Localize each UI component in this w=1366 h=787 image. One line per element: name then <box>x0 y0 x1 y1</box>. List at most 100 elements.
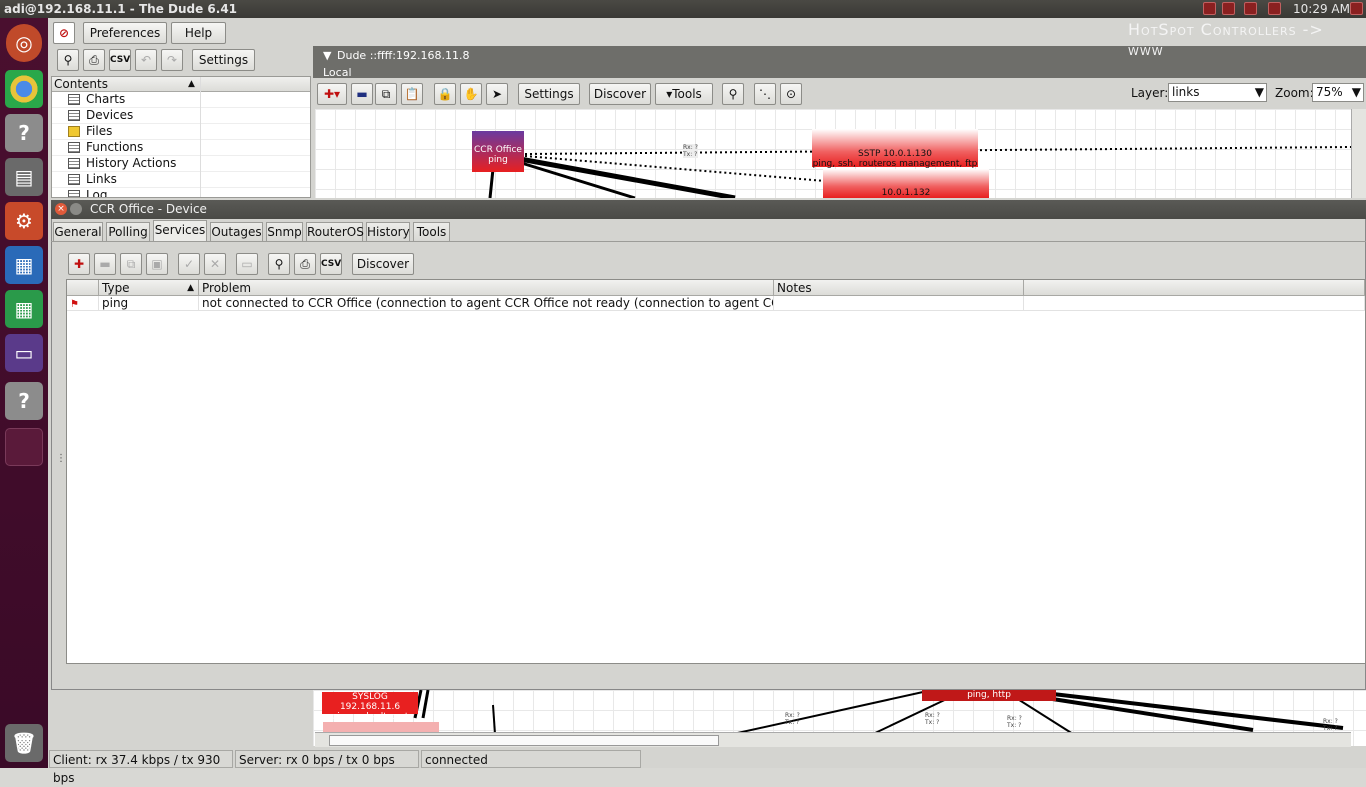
power-icon[interactable] <box>1350 2 1363 15</box>
contents-item-charts[interactable]: Charts <box>52 92 310 108</box>
lock-icon[interactable]: 🔒 <box>434 83 456 105</box>
tab-general[interactable]: General <box>53 222 103 241</box>
auto-arrange-icon[interactable]: ⋱ <box>754 83 776 105</box>
services-discover-button[interactable]: Discover <box>352 253 414 275</box>
copy-icon[interactable]: ⧉ <box>120 253 142 275</box>
tray-icon[interactable] <box>1203 2 1216 15</box>
paste-icon[interactable]: 📋 <box>401 83 423 105</box>
collapse-arrow-icon[interactable]: ▼ <box>323 49 331 62</box>
map-settings-button[interactable]: Settings <box>518 83 580 105</box>
trash-icon[interactable]: 🗑 <box>5 724 43 762</box>
zoom-select[interactable]: 75% ▼ <box>1312 83 1364 102</box>
node-name: CCR Office <box>474 145 522 155</box>
column-header-flag[interactable] <box>67 280 99 296</box>
tab-outages[interactable]: Outages <box>210 222 263 241</box>
enable-check-icon[interactable]: ✓ <box>178 253 200 275</box>
redo-icon[interactable]: ↷ <box>161 49 183 71</box>
table-row-flag-cell[interactable]: ⚑ <box>67 296 99 311</box>
add-service-icon[interactable]: ✚ <box>68 253 90 275</box>
print-icon[interactable]: ⎙ <box>83 49 105 71</box>
list-icon <box>68 142 80 153</box>
comment-icon[interactable]: ▭ <box>236 253 258 275</box>
workspace-switcher-icon[interactable] <box>5 428 43 466</box>
map-horizontal-scrollbar[interactable] <box>315 732 1351 747</box>
close-icon[interactable]: × <box>55 203 67 215</box>
hand-icon[interactable]: ✋ <box>460 83 482 105</box>
copy-icon[interactable]: ⧉ <box>375 83 397 105</box>
remove-icon[interactable]: ▬ <box>351 83 373 105</box>
network-map-canvas[interactable]: CCR Office ping Rx: ? Tx: ? SSTP 10.0.1.1… <box>315 109 1351 198</box>
map-discover-button[interactable]: Discover <box>589 83 651 105</box>
services-table: Type ▲ Problem Notes ⚑ ping not connected… <box>66 279 1366 664</box>
node-services: ping, ssh, routeros management, ftp <box>812 159 978 169</box>
tray-icon[interactable] <box>1268 2 1281 15</box>
table-row-type[interactable]: ping <box>99 296 199 311</box>
writer-icon[interactable]: ▦ <box>5 246 43 284</box>
layer-value: links <box>1172 85 1200 99</box>
disable-x-icon[interactable]: ✕ <box>204 253 226 275</box>
contents-item-history-actions[interactable]: History Actions <box>52 156 310 172</box>
remove-service-icon[interactable]: ▬ <box>94 253 116 275</box>
add-icon[interactable]: ✚▾ <box>317 83 347 105</box>
column-header-type[interactable]: Type ▲ <box>99 280 199 296</box>
splitter-handle-icon[interactable]: ⋮ <box>56 453 66 464</box>
device-node-sstp[interactable]: SSTP 10.0.1.130 ping, ssh, routeros mana… <box>812 129 978 169</box>
contents-header[interactable]: Contents ▲ <box>52 77 310 92</box>
layer-select[interactable]: links ▼ <box>1168 83 1267 102</box>
contents-item-log[interactable]: Log <box>52 188 310 197</box>
csv-export-button[interactable]: CSV <box>109 49 131 71</box>
table-row-problem[interactable]: not connected to CCR Office (connection … <box>199 296 774 311</box>
map-tools-button[interactable]: ▾Tools <box>655 83 713 105</box>
pointer-icon[interactable]: ➤ <box>486 83 508 105</box>
tab-tools[interactable]: Tools <box>413 222 450 241</box>
files-icon[interactable]: ▤ <box>5 158 43 196</box>
chrome-icon[interactable] <box>5 70 43 108</box>
contents-item-functions[interactable]: Functions <box>52 140 310 156</box>
csv-export-button[interactable]: CSV <box>320 253 342 275</box>
paste-icon[interactable]: ▣ <box>146 253 168 275</box>
fit-icon[interactable]: ⊙ <box>780 83 802 105</box>
unknown-app-icon[interactable]: ? <box>5 382 43 420</box>
node-name: 10.0.1.132 <box>881 188 931 198</box>
tab-history[interactable]: History <box>366 222 410 241</box>
contents-item-devices[interactable]: Devices <box>52 108 310 124</box>
device-node-syslog[interactable]: SYSLOG 192.168.11.6 ping, ssh-alt-port <box>322 692 418 722</box>
find-binoculars-icon[interactable]: ⚲ <box>722 83 744 105</box>
log-icon <box>68 190 80 197</box>
calc-icon[interactable]: ▦ <box>5 290 43 328</box>
tray-icon[interactable] <box>1244 2 1257 15</box>
ubuntu-logo-icon[interactable]: ◎ <box>6 24 42 62</box>
link-traffic-label: Rx: ? Tx: ? <box>1007 715 1022 729</box>
print-icon[interactable]: ⎙ <box>294 253 316 275</box>
unknown-app-icon[interactable]: ? <box>5 114 43 152</box>
device-node-10-0-1-132[interactable]: 10.0.1.132 <box>823 169 989 198</box>
dialog-titlebar[interactable]: × CCR Office - Device <box>51 200 1366 219</box>
find-binoculars-icon[interactable]: ⚲ <box>57 49 79 71</box>
device-node-ccr-office[interactable]: CCR Office ping <box>472 131 524 172</box>
tab-routeros[interactable]: RouterOS <box>306 222 364 241</box>
node-services: ping <box>488 155 508 165</box>
undo-icon[interactable]: ↶ <box>135 49 157 71</box>
node-services: ping, ssh-alt-port <box>331 712 409 722</box>
remote-desktop-icon[interactable]: ▭ <box>5 334 43 372</box>
contents-item-links[interactable]: Links <box>52 172 310 188</box>
column-header-problem[interactable]: Problem <box>199 280 774 296</box>
help-button[interactable]: Help <box>171 22 226 44</box>
tab-services[interactable]: Services <box>153 220 207 242</box>
tab-polling[interactable]: Polling <box>106 222 150 241</box>
tray-icon[interactable] <box>1222 2 1235 15</box>
scrollbar-thumb[interactable] <box>329 735 719 746</box>
find-binoculars-icon[interactable]: ⚲ <box>268 253 290 275</box>
disconnect-icon[interactable]: ⊘ <box>53 22 75 44</box>
table-row-notes[interactable] <box>774 296 1024 311</box>
contents-item-files[interactable]: Files <box>52 124 310 140</box>
preferences-button[interactable]: Preferences <box>83 22 167 44</box>
minimize-icon[interactable] <box>70 203 82 215</box>
settings-icon[interactable]: ⚙ <box>5 202 43 240</box>
settings-button[interactable]: Settings <box>192 49 255 71</box>
map-vertical-scrollbar[interactable] <box>1351 109 1366 198</box>
clock[interactable]: 10:29 AM <box>1293 0 1350 18</box>
tab-snmp[interactable]: Snmp <box>266 222 303 241</box>
device-node-http[interactable]: ping, http <box>922 690 1056 701</box>
column-header-notes[interactable]: Notes <box>774 280 1024 296</box>
